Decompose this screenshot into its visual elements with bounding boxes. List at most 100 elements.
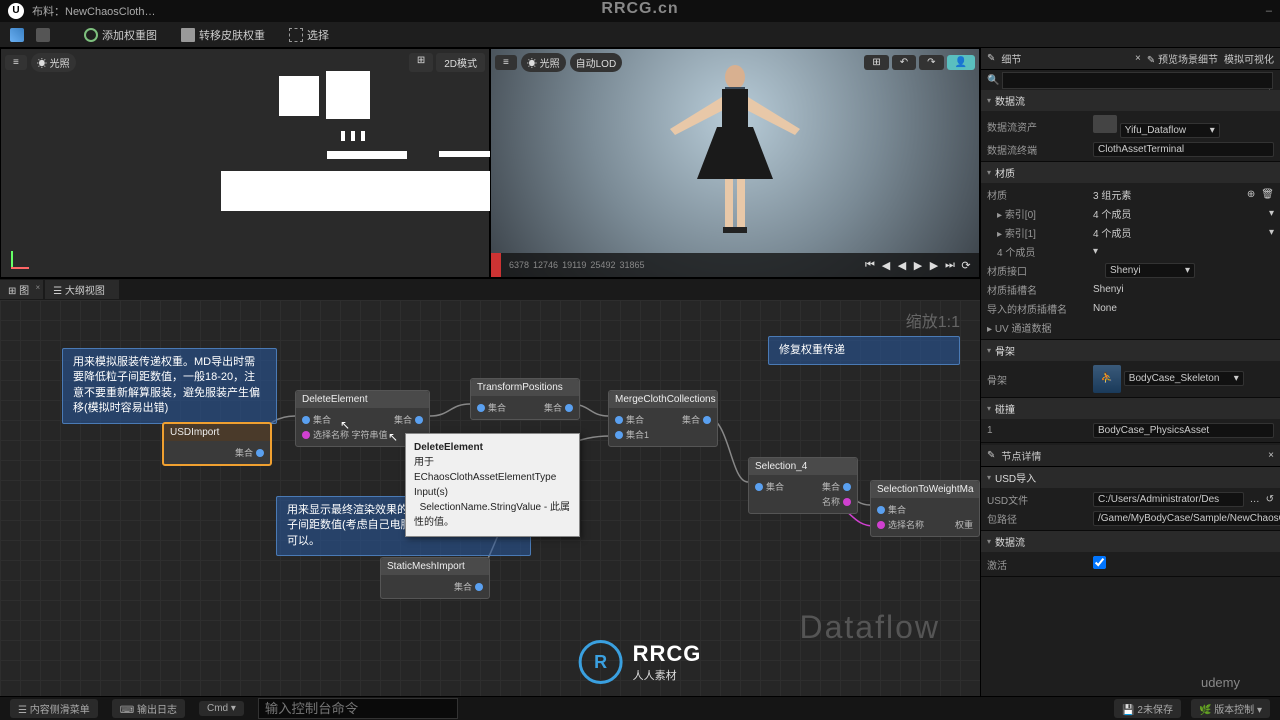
vp2d-lit-button[interactable]: ☀ 光照 xyxy=(31,53,76,72)
window-minimize-button[interactable]: – xyxy=(1266,5,1272,17)
pencil-icon: ✎ xyxy=(987,450,995,461)
comment-node-3[interactable]: 修复权重传递 xyxy=(768,336,960,365)
prop-value[interactable]: BodyCase_PhysicsAsset xyxy=(1093,423,1274,438)
tab-close-icon[interactable]: × xyxy=(1135,53,1141,64)
tab-sim-visual[interactable]: 模拟可视化 xyxy=(1224,51,1274,66)
character-preview xyxy=(625,59,845,239)
cmd-dropdown[interactable]: Cmd ▾ xyxy=(199,701,244,716)
vp2d-menu-button[interactable]: ≡ xyxy=(5,55,27,70)
vp2d-grid-button[interactable]: ⊞ xyxy=(409,53,433,72)
save-icon[interactable] xyxy=(10,28,24,42)
play-button[interactable]: ▶ xyxy=(911,259,925,272)
vp3d-redo-button[interactable]: ↷ xyxy=(919,55,943,70)
skeleton-thumb-icon[interactable]: ⛹ xyxy=(1093,365,1121,393)
prop-value: None xyxy=(1093,303,1274,314)
playhead-icon[interactable] xyxy=(491,253,501,277)
node-header: TransformPositions xyxy=(471,379,579,396)
version-control-button[interactable]: 🌿 版本控制 ▾ xyxy=(1191,699,1270,718)
vp3d-autolod-button[interactable]: 自动LOD xyxy=(570,53,623,72)
vp3d-grid-button[interactable]: ⊞ xyxy=(864,55,888,70)
prop-label: 数据流资产 xyxy=(987,119,1087,134)
step-back-button[interactable]: ◀ xyxy=(879,259,893,272)
delete-icon[interactable]: 🗑 xyxy=(1261,189,1274,200)
frame-mark: 12746 xyxy=(533,260,558,270)
section-skeleton[interactable]: 骨架 xyxy=(981,340,1280,361)
node-staticmeshimport[interactable]: StaticMeshImport 集合 xyxy=(380,557,490,599)
cursor-icon: ↖ xyxy=(340,418,350,432)
node-editor[interactable]: 缩放1:1 Dataflow 用来模拟服装传递权重。MD导出时需要降低粒子间距数… xyxy=(0,300,980,696)
node-transformpositions[interactable]: TransformPositions 集合集合 xyxy=(470,378,580,420)
reset-icon[interactable]: ↺ xyxy=(1266,494,1274,505)
activate-checkbox[interactable] xyxy=(1093,556,1106,569)
udemy-watermark: udemy xyxy=(1201,675,1240,690)
section-usdimport[interactable]: USD导入 xyxy=(981,467,1280,488)
node-header: StaticMeshImport xyxy=(381,558,489,575)
tab-details[interactable]: 细节 xyxy=(1001,51,1021,66)
tab-node-details[interactable]: 节点详情 xyxy=(1001,448,1041,463)
browse-icon[interactable] xyxy=(36,28,50,42)
node-usdimport[interactable]: USDImport 集合 xyxy=(162,422,272,466)
prop-label: 包路径 xyxy=(987,511,1087,526)
section-material[interactable]: 材质 xyxy=(981,162,1280,183)
cursor-icon: ↖ xyxy=(388,430,398,444)
unsaved-button[interactable]: 💾 2未保存 xyxy=(1114,699,1181,718)
comment-node-1[interactable]: 用来模拟服装传递权重。MD导出时需要降低粒子间距数值，一般18-20，注意不要重… xyxy=(62,348,277,424)
viewport-2d[interactable]: ≡ ☀ 光照 ⊞ 2D模式 xyxy=(0,48,490,278)
prop-label: 4 个成员 xyxy=(987,244,1087,259)
package-path-field[interactable]: /Game/MyBodyCase/Sample/NewChaosClo xyxy=(1093,511,1280,526)
node-header: SelectionToWeightMa xyxy=(871,481,979,498)
vp2d-mode-button[interactable]: 2D模式 xyxy=(436,53,485,72)
prop-label: 导入的材质插槽名 xyxy=(987,301,1087,316)
frame-mark: 19119 xyxy=(562,260,586,270)
node-selectiontoweightmap[interactable]: SelectionToWeightMa 集合 选择名称权重 xyxy=(870,480,980,537)
search-icon: 🔍 xyxy=(987,75,999,86)
usd-file-field[interactable]: C:/Users/Administrator/Des xyxy=(1093,492,1244,507)
viewport-3d[interactable]: ≡ ☀ 光照 自动LOD ⊞ ↶ ↷ 👤 xyxy=(490,48,980,278)
vp3d-simulate-button[interactable]: 👤 xyxy=(947,55,975,70)
add-icon xyxy=(84,28,98,42)
tab-close-icon[interactable]: × xyxy=(1268,450,1274,461)
output-log-button[interactable]: ⌨ 输出日志 xyxy=(112,699,185,718)
node-mergeclothcollections[interactable]: MergeClothCollections 集合集合 集合1 xyxy=(608,390,718,447)
section-dataflow[interactable]: 数据流 xyxy=(981,90,1280,111)
node-header: Selection_4 xyxy=(749,458,857,475)
tab-outliner[interactable]: ☰ 大纲视图 xyxy=(45,280,119,299)
vp3d-lit-button[interactable]: ☀ 光照 xyxy=(521,53,566,72)
transfer-skin-weights-button[interactable]: 转移皮肤权重 xyxy=(175,25,271,45)
tab-graph[interactable]: ⊞ 图× xyxy=(0,280,43,299)
pencil-icon: ✎ xyxy=(987,53,995,64)
axis-gizmo xyxy=(11,245,35,269)
vp3d-undo-button[interactable]: ↶ xyxy=(892,55,916,70)
ue-logo-icon: U xyxy=(8,3,24,19)
vp3d-menu-button[interactable]: ≡ xyxy=(495,55,517,70)
rrcg-logo-icon: R xyxy=(579,640,623,684)
vp2d-canvas[interactable] xyxy=(1,71,489,277)
asset-thumb-icon[interactable] xyxy=(1093,115,1117,133)
loop-button[interactable]: ⟳ xyxy=(959,259,973,272)
frame-mark: 6378 xyxy=(509,260,529,270)
prop-value[interactable]: Shenyi xyxy=(1093,284,1274,295)
chevron-down-icon[interactable]: ▾ xyxy=(1210,125,1215,136)
content-drawer-button[interactable]: ☰ 内容侧滑菜单 xyxy=(10,699,98,718)
browse-icon[interactable]: … xyxy=(1250,494,1260,505)
console-input[interactable] xyxy=(258,698,458,719)
goto-end-button[interactable]: ⏭ xyxy=(943,259,957,272)
node-selection4[interactable]: Selection_4 集合集合 名称 xyxy=(748,457,858,514)
add-icon[interactable]: ⊕ xyxy=(1247,189,1255,200)
select-button[interactable]: 选择 xyxy=(283,25,335,45)
chevron-down-icon[interactable]: ▾ xyxy=(1269,208,1274,219)
playback-bar: 6378 12746 19119 25492 31865 ⏮ ◀ ◀ ▶ ▶ ⏭… xyxy=(491,253,979,277)
prop-label: 材质接口 xyxy=(987,263,1087,278)
play-back-button[interactable]: ◀ xyxy=(895,259,909,272)
add-weight-map-button[interactable]: 添加权重图 xyxy=(78,25,163,45)
tab-close-icon[interactable]: × xyxy=(36,283,41,292)
node-tooltip: DeleteElement 用于EChaosClothAssetElementT… xyxy=(405,433,580,537)
section-dataflow2[interactable]: 数据流 xyxy=(981,531,1280,552)
goto-start-button[interactable]: ⏮ xyxy=(863,259,877,272)
details-search-input[interactable] xyxy=(1002,72,1273,89)
prop-label: 材质插槽名 xyxy=(987,282,1087,297)
section-collision[interactable]: 碰撞 xyxy=(981,398,1280,419)
zoom-label: 缩放1:1 xyxy=(906,308,960,332)
step-fwd-button[interactable]: ▶ xyxy=(927,259,941,272)
tab-preview-scene[interactable]: ✎ 预览场景细节 xyxy=(1147,51,1218,66)
